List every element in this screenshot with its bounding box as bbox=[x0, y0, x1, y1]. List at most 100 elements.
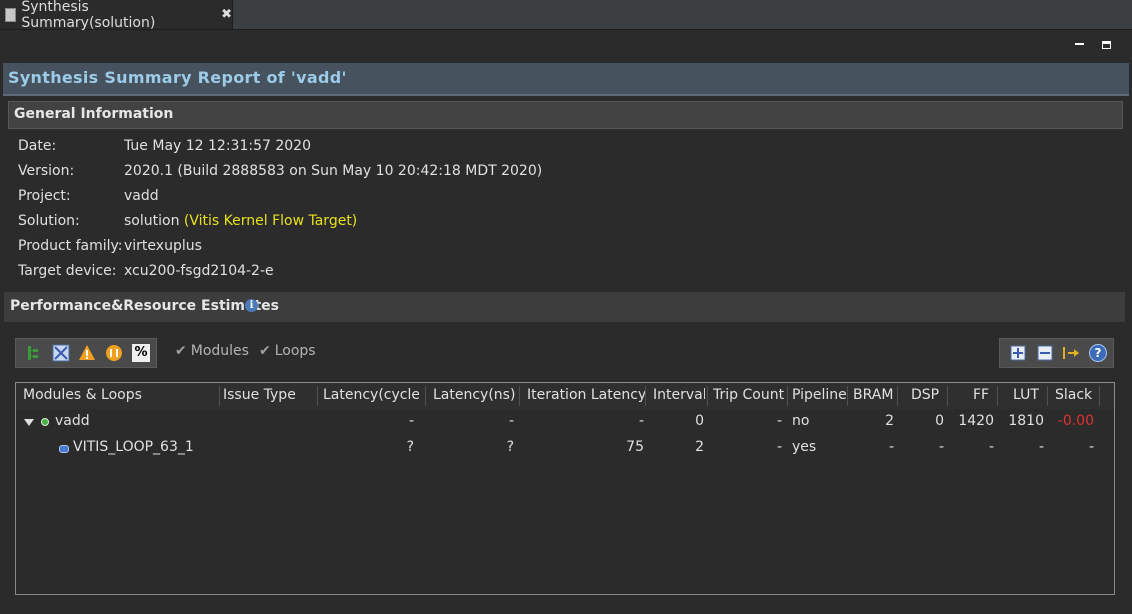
maximize-button[interactable] bbox=[1102, 41, 1111, 49]
trip-count-cell: - bbox=[776, 439, 782, 455]
column-header-lut[interactable]: LUT bbox=[1013, 387, 1043, 407]
expand-triangle-icon[interactable] bbox=[24, 419, 34, 426]
info-value: Tue May 12 12:31:57 2020 bbox=[124, 138, 311, 154]
iteration-latency-cell: 75 bbox=[626, 439, 644, 455]
column-header-latency-cycles[interactable]: Latency(cycles) bbox=[323, 387, 419, 407]
pipelined-cell: yes bbox=[792, 439, 817, 455]
collapse-all-icon[interactable] bbox=[1036, 344, 1054, 362]
loop-icon bbox=[59, 445, 69, 453]
solution-name: solution bbox=[124, 213, 180, 229]
close-icon[interactable]: ✖ bbox=[221, 7, 232, 22]
table-row-vitis-loop[interactable]: VITIS_LOOP_63_1 ? ? 75 2 - yes - - - - - bbox=[16, 435, 1114, 461]
iteration-latency-cell: - bbox=[638, 413, 644, 429]
modules-filter-checkbox[interactable]: ✔ Modules bbox=[175, 343, 249, 359]
latency-cycles-cell: ? bbox=[406, 439, 414, 455]
column-divider[interactable] bbox=[519, 386, 520, 406]
column-divider[interactable] bbox=[897, 386, 898, 406]
column-header-dsp[interactable]: DSP bbox=[911, 387, 947, 407]
column-header-slack[interactable]: Slack bbox=[1055, 387, 1099, 407]
tab-synthesis-summary[interactable]: Synthesis Summary(solution) ✖ bbox=[0, 0, 233, 31]
column-divider[interactable] bbox=[787, 386, 788, 406]
general-information-header[interactable]: General Information bbox=[8, 101, 1123, 129]
column-header-pipelined[interactable]: Pipelined bbox=[792, 387, 846, 407]
column-divider[interactable] bbox=[707, 386, 708, 406]
info-label: Date: bbox=[18, 138, 57, 154]
info-icon[interactable]: i bbox=[245, 299, 258, 312]
minimize-button[interactable] bbox=[1075, 40, 1085, 48]
column-divider[interactable] bbox=[947, 386, 948, 406]
loops-filter-label: Loops bbox=[274, 343, 316, 359]
lut-cell: 1810 bbox=[1008, 413, 1044, 429]
slack-cell: -0.00 bbox=[1057, 413, 1094, 429]
percent-icon[interactable]: % bbox=[132, 344, 150, 362]
column-divider[interactable] bbox=[645, 386, 646, 406]
info-value: solution (Vitis Kernel Flow Target) bbox=[124, 213, 357, 229]
report-file-icon bbox=[5, 7, 17, 22]
column-header-interval[interactable]: Interval bbox=[653, 387, 705, 407]
solution-flow-target: (Vitis Kernel Flow Target) bbox=[183, 213, 358, 229]
column-divider[interactable] bbox=[425, 386, 426, 406]
info-value: virtexuplus bbox=[124, 238, 202, 254]
goto-source-icon[interactable] bbox=[1062, 344, 1080, 362]
tips-icon[interactable] bbox=[105, 344, 123, 362]
perf-resource-table: Modules & Loops Issue Type Latency(cycle… bbox=[15, 382, 1115, 595]
interval-cell: 2 bbox=[695, 439, 704, 455]
slack-cell: - bbox=[1088, 439, 1094, 455]
info-label: Product family: bbox=[18, 238, 123, 254]
info-value: xcu200-fsgd2104-2-e bbox=[124, 263, 274, 279]
perf-resource-header[interactable]: Performance&Resource Estimates i bbox=[4, 292, 1125, 322]
schedule-icon[interactable] bbox=[52, 344, 70, 362]
info-value: 2020.1 (Build 2888583 on Sun May 10 20:4… bbox=[124, 163, 543, 179]
table-filter-toolbar: % bbox=[15, 338, 157, 368]
module-icon bbox=[41, 418, 49, 426]
hierarchy-icon[interactable] bbox=[25, 344, 43, 362]
table-view-toolbar: ? bbox=[999, 338, 1114, 368]
lut-cell: - bbox=[1038, 439, 1044, 455]
module-name: vadd bbox=[55, 413, 90, 429]
column-header-modules-loops[interactable]: Modules & Loops bbox=[23, 387, 218, 407]
info-label: Solution: bbox=[18, 213, 80, 229]
column-header-latency-ns[interactable]: Latency(ns) bbox=[433, 387, 523, 407]
dsp-cell: 0 bbox=[935, 413, 944, 429]
column-divider[interactable] bbox=[1047, 386, 1048, 406]
info-label: Version: bbox=[18, 163, 75, 179]
report-title: Synthesis Summary Report of 'vadd' bbox=[8, 68, 347, 87]
column-header-trip-count[interactable]: Trip Count bbox=[713, 387, 787, 407]
perf-resource-title: Performance&Resource Estimates bbox=[10, 298, 279, 314]
column-divider[interactable] bbox=[1099, 386, 1100, 406]
bram-cell: - bbox=[888, 439, 894, 455]
latency-cycles-cell: - bbox=[408, 413, 414, 429]
loops-filter-checkbox[interactable]: ✔ Loops bbox=[259, 343, 316, 359]
ff-cell: 1420 bbox=[958, 413, 994, 429]
expand-all-icon[interactable] bbox=[1009, 344, 1027, 362]
pipelined-cell: no bbox=[792, 413, 810, 429]
general-information-title: General Information bbox=[14, 106, 174, 122]
modules-filter-label: Modules bbox=[190, 343, 249, 359]
warning-icon[interactable] bbox=[78, 344, 96, 362]
info-value: vadd bbox=[124, 188, 159, 204]
column-divider[interactable] bbox=[219, 386, 220, 406]
table-header: Modules & Loops Issue Type Latency(cycle… bbox=[16, 383, 1114, 409]
column-divider[interactable] bbox=[317, 386, 318, 406]
table-row-vadd[interactable]: vadd - - - 0 - no 2 0 1420 1810 -0.00 bbox=[16, 409, 1114, 435]
column-header-iteration-latency[interactable]: Iteration Latency bbox=[527, 387, 647, 407]
info-label: Project: bbox=[18, 188, 71, 204]
column-divider[interactable] bbox=[847, 386, 848, 406]
check-icon: ✔ bbox=[175, 343, 187, 359]
latency-ns-cell: ? bbox=[506, 439, 514, 455]
column-header-bram[interactable]: BRAM bbox=[853, 387, 899, 407]
latency-ns-cell: - bbox=[508, 413, 514, 429]
help-icon[interactable]: ? bbox=[1089, 344, 1107, 362]
ff-cell: - bbox=[988, 439, 994, 455]
column-header-issue-type[interactable]: Issue Type bbox=[223, 387, 315, 407]
report-header: Synthesis Summary Report of 'vadd' bbox=[3, 63, 1129, 96]
info-label: Target device: bbox=[18, 263, 117, 279]
column-header-ff[interactable]: FF bbox=[973, 387, 999, 407]
tab-label: Synthesis Summary(solution) bbox=[21, 0, 156, 31]
check-icon: ✔ bbox=[259, 343, 271, 359]
editor-tab-bar: Synthesis Summary(solution) ✖ bbox=[0, 0, 1132, 31]
loop-name: VITIS_LOOP_63_1 bbox=[73, 439, 194, 455]
column-divider[interactable] bbox=[997, 386, 998, 406]
trip-count-cell: - bbox=[776, 413, 782, 429]
dsp-cell: - bbox=[938, 439, 944, 455]
